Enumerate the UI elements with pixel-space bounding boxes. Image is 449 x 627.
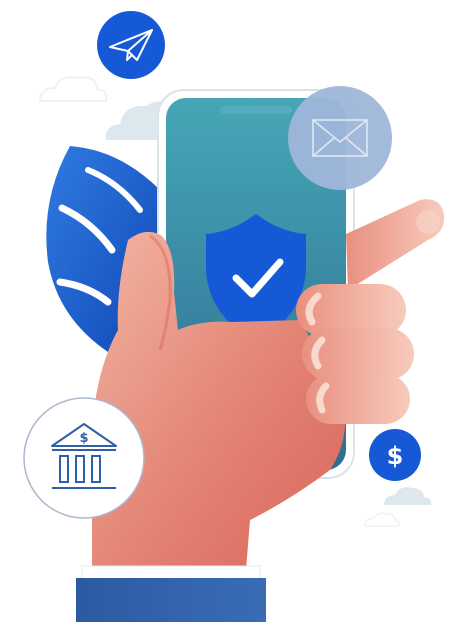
shirt-cuff [76, 565, 266, 622]
bank-dollar-sign: $ [79, 431, 88, 446]
cloud-icon [384, 487, 432, 505]
secure-mobile-payment-illustration: $ $ [23, 11, 445, 622]
dollar-icon: $ [369, 429, 421, 481]
coin-dollar-sign: $ [387, 442, 404, 470]
cloud-icon [38, 76, 108, 102]
bank-icon: $ [23, 397, 145, 519]
envelope-icon [288, 86, 392, 190]
cloud-icon [364, 512, 400, 527]
index-finger [346, 199, 445, 290]
fingers [296, 284, 414, 424]
paper-plane-icon [97, 11, 165, 79]
